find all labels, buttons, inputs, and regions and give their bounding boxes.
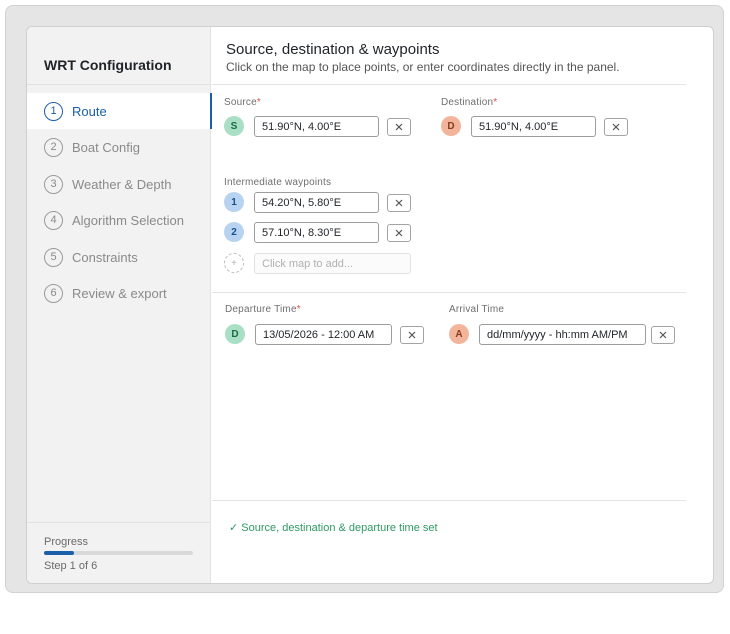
step-constraints[interactable]: 5 Constraints — [27, 239, 211, 275]
mockup-frame: WRT Configuration 1 Route 2 Boat Config … — [5, 5, 724, 593]
source-badge: S — [224, 116, 244, 136]
add-waypoint-badge: + — [224, 253, 244, 273]
remove-waypoint-button[interactable] — [387, 224, 411, 242]
waypoints-label: Intermediate waypoints — [224, 177, 332, 188]
sidebar: WRT Configuration 1 Route 2 Boat Config … — [27, 27, 212, 583]
divider — [212, 500, 686, 501]
waypoint-badge: 1 — [224, 192, 244, 212]
page-title: Source, destination & waypoints — [226, 41, 440, 58]
destination-badge: D — [441, 116, 461, 136]
departure-time-label: Departure Time* — [225, 304, 301, 315]
status-message: ✓ Source, destination & departure time s… — [229, 522, 438, 534]
progress-fill — [44, 551, 74, 555]
step-weather-depth[interactable]: 3 Weather & Depth — [27, 166, 211, 202]
divider — [212, 84, 686, 85]
departure-time-input[interactable] — [255, 324, 392, 345]
clear-destination-button[interactable] — [604, 118, 628, 136]
step-number: 5 — [44, 247, 63, 267]
step-number: 4 — [44, 210, 63, 230]
progress-label: Progress — [44, 536, 89, 548]
source-input[interactable] — [254, 116, 379, 137]
destination-label: Destination* — [441, 97, 498, 108]
clear-departure-button[interactable] — [400, 326, 424, 344]
close-icon — [395, 229, 403, 237]
arrival-time-input[interactable] — [479, 324, 646, 345]
progress-step-text: Step 1 of 6 — [44, 560, 98, 572]
destination-input[interactable] — [471, 116, 596, 137]
close-icon — [612, 123, 620, 131]
step-label: Review & export — [72, 285, 167, 301]
waypoint-badge: 2 — [224, 222, 244, 242]
step-number: 6 — [44, 283, 63, 303]
source-label: Source* — [224, 97, 261, 108]
add-waypoint-input[interactable] — [254, 253, 411, 274]
clear-source-button[interactable] — [387, 118, 411, 136]
step-route[interactable]: 1 Route — [27, 93, 212, 129]
close-icon — [408, 331, 416, 339]
arrival-badge: A — [449, 324, 469, 344]
step-review-export[interactable]: 6 Review & export — [27, 275, 211, 311]
step-number: 3 — [44, 174, 63, 194]
close-icon — [659, 331, 667, 339]
waypoint-input[interactable] — [254, 222, 379, 243]
divider — [27, 84, 210, 85]
step-label: Algorithm Selection — [72, 212, 184, 228]
step-boat-config[interactable]: 2 Boat Config — [27, 129, 211, 165]
step-label: Route — [72, 103, 107, 119]
progress-bar — [44, 551, 193, 555]
divider — [27, 522, 210, 523]
close-icon — [395, 199, 403, 207]
sidebar-title: WRT Configuration — [44, 57, 172, 73]
arrival-time-label: Arrival Time — [449, 304, 505, 315]
step-label: Constraints — [72, 249, 138, 265]
departure-badge: D — [225, 324, 245, 344]
clear-arrival-button[interactable] — [651, 326, 675, 344]
wizard-window: WRT Configuration 1 Route 2 Boat Config … — [26, 26, 714, 584]
waypoint-input[interactable] — [254, 192, 379, 213]
step-number: 2 — [44, 137, 63, 157]
step-algorithm-selection[interactable]: 4 Algorithm Selection — [27, 202, 211, 238]
page-subtitle: Click on the map to place points, or ent… — [226, 60, 620, 74]
step-label: Boat Config — [72, 139, 140, 155]
close-icon — [395, 123, 403, 131]
step-label: Weather & Depth — [72, 176, 172, 192]
main-panel: Source, destination & waypoints Click on… — [212, 27, 713, 583]
remove-waypoint-button[interactable] — [387, 194, 411, 212]
divider — [212, 292, 686, 293]
step-number: 1 — [44, 101, 63, 121]
